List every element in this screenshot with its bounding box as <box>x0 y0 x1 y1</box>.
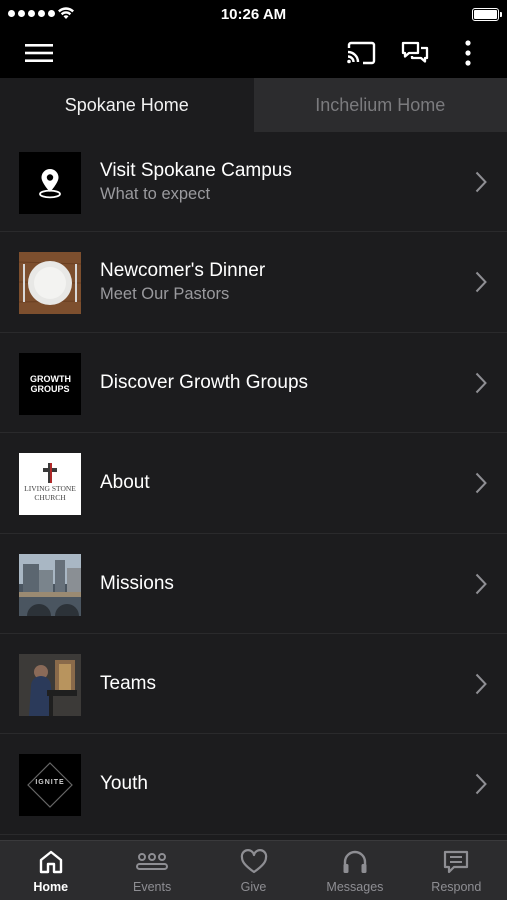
chevron-right-icon <box>475 673 487 695</box>
tab-inchelium-home[interactable]: Inchelium Home <box>253 78 507 132</box>
chevron-right-icon <box>475 472 487 494</box>
chevron-right-icon <box>475 272 487 293</box>
church-logo: LIVING STONE CHURCH <box>19 453 81 516</box>
list-item-title: Discover Growth Groups <box>100 371 309 393</box>
list-item-title: Youth <box>100 773 148 795</box>
tabbar-respond[interactable]: Respond <box>406 841 507 900</box>
list-item-title: Visit Spokane Campus <box>100 160 292 181</box>
tabbar-messages[interactable]: Messages <box>304 841 405 900</box>
list-item-newcomers-dinner[interactable]: Newcomer's Dinner Meet Our Pastors <box>0 232 507 333</box>
list-item-teams[interactable]: Teams <box>0 634 507 735</box>
home-icon <box>39 850 62 874</box>
status-bar: 10:26 AM <box>0 0 507 28</box>
location-pin-icon <box>19 152 81 214</box>
list-item-youth[interactable]: IGNITE Youth <box>0 734 507 835</box>
hamburger-menu-icon <box>25 44 53 62</box>
message-icon <box>444 850 469 874</box>
tabbar-label: Events <box>133 880 172 894</box>
list-item-subtitle: Meet Our Pastors <box>100 285 230 304</box>
list-item-title: Missions <box>100 572 174 594</box>
tabbar-events[interactable]: Events <box>101 841 202 900</box>
headphones-icon <box>343 850 367 873</box>
menu-list: Visit Spokane Campus What to expect Newc… <box>0 132 507 835</box>
battery-icon <box>472 8 502 21</box>
chevron-right-icon <box>475 774 487 795</box>
dinner-plate-image <box>19 252 81 315</box>
list-item-visit-campus[interactable]: Visit Spokane Campus What to expect <box>0 132 507 233</box>
tabbar-label: Give <box>240 880 267 894</box>
list-item-title: Newcomer's Dinner <box>100 260 266 282</box>
heart-icon <box>240 849 267 874</box>
list-item-title: Teams <box>100 672 156 694</box>
tabbar-give[interactable]: Give <box>203 841 304 900</box>
musician-image <box>19 653 81 716</box>
tabbar-label: Messages <box>326 880 384 894</box>
status-time: 10:26 AM <box>220 6 287 23</box>
chevron-right-icon <box>475 573 487 594</box>
campus-tabs: Spokane Home Inchelium Home <box>0 78 507 132</box>
list-item-subtitle: What to expect <box>100 185 211 203</box>
tabbar-label: Respond <box>431 880 482 894</box>
city-bridge-image <box>19 553 81 616</box>
cast-icon <box>347 41 376 65</box>
bottom-tab-bar: Home Events Give Messages Respond <box>0 840 507 900</box>
list-item-about[interactable]: LIVING STONE CHURCH About <box>0 433 507 534</box>
ignite-logo: IGNITE <box>19 754 81 817</box>
chat-button[interactable] <box>396 34 434 72</box>
chat-bubbles-icon <box>401 41 429 63</box>
cast-button[interactable] <box>342 34 380 72</box>
chevron-right-icon <box>475 171 487 193</box>
people-group-icon <box>136 853 169 870</box>
tabbar-home[interactable]: Home <box>0 841 101 900</box>
list-item-growth-groups[interactable]: GROWTH GROUPS Discover Growth Groups <box>0 333 507 434</box>
list-item-missions[interactable]: Missions <box>0 534 507 634</box>
more-vertical-icon <box>465 40 471 66</box>
growth-groups-logo: GROWTH GROUPS <box>19 352 81 415</box>
list-item-title: About <box>100 472 150 494</box>
chevron-right-icon <box>475 372 487 393</box>
app-toolbar <box>0 28 507 78</box>
more-options-button[interactable] <box>449 34 487 72</box>
menu-button[interactable] <box>20 34 58 72</box>
tab-spokane-home[interactable]: Spokane Home <box>0 78 254 132</box>
tabbar-label: Home <box>33 880 69 894</box>
